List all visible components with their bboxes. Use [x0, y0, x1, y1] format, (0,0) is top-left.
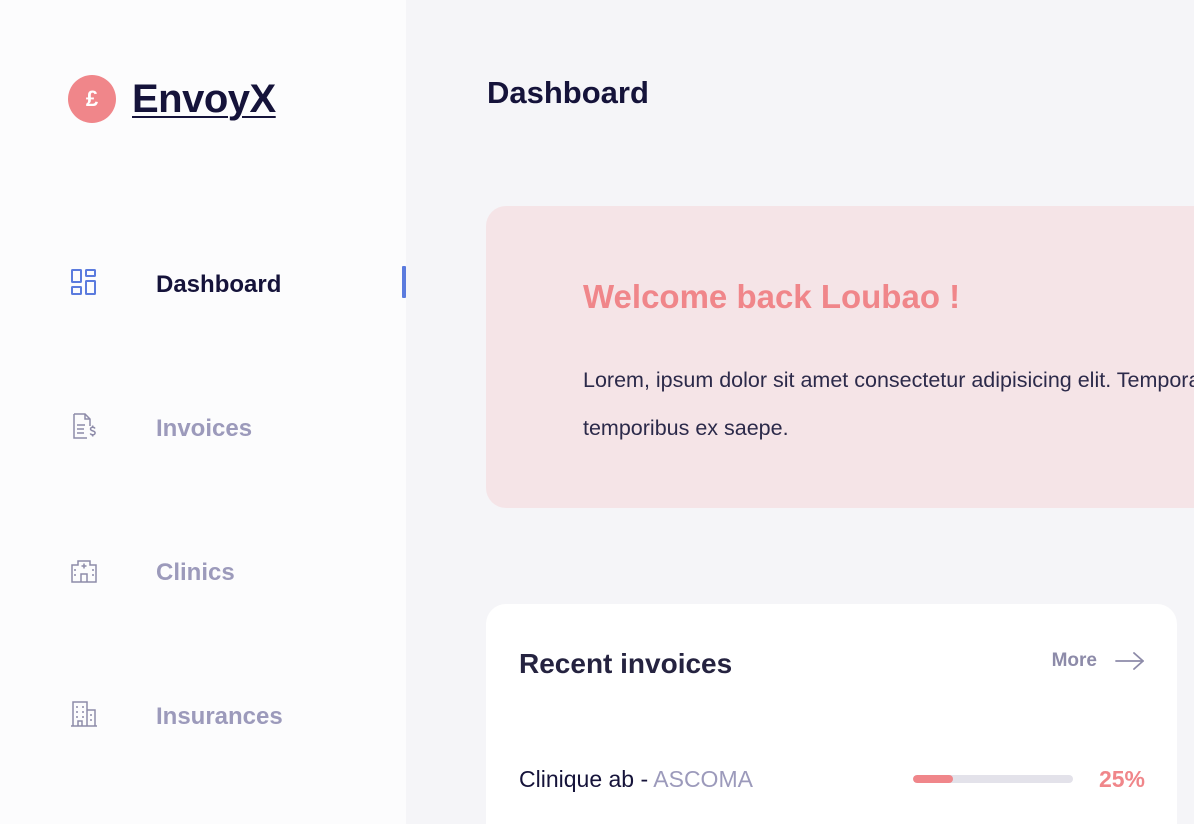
- clinic-name: Clinique ab: [519, 766, 635, 792]
- sidebar-item-label: Insurances: [156, 703, 283, 730]
- hospital-icon: [71, 560, 97, 583]
- sidebar-item-clinics[interactable]: Clinics: [0, 550, 406, 590]
- name-separator: -: [634, 766, 654, 792]
- more-button[interactable]: More: [1052, 650, 1145, 672]
- sidebar-item-label: Dashboard: [156, 271, 282, 298]
- more-label: More: [1051, 650, 1097, 671]
- invoice-dollar-icon: [73, 413, 96, 439]
- progress-bar: [913, 775, 1073, 783]
- welcome-title: Welcome back Loubao !: [583, 278, 961, 315]
- welcome-banner: Welcome back Loubao ! Lorem, ipsum dolor…: [486, 206, 1194, 508]
- page-title: Dashboard: [487, 75, 649, 110]
- active-indicator: [402, 266, 406, 298]
- invoice-name: Clinique ab - ASCOMA: [519, 766, 753, 793]
- pound-logo-icon: £: [68, 75, 116, 123]
- arrow-right-icon: [1115, 652, 1144, 670]
- card-title: Recent invoices: [519, 648, 733, 679]
- welcome-text: Lorem, ipsum dolor sit amet consectetur …: [583, 368, 1194, 440]
- progress-percent: 25%: [1098, 766, 1145, 792]
- invoice-row[interactable]: Clinique ab - ASCOMA 25%: [519, 764, 1145, 794]
- brand-name-link[interactable]: EnvoyX: [132, 77, 276, 122]
- insurer-name: ASCOMA: [653, 766, 753, 792]
- brand: £ EnvoyX: [68, 75, 276, 123]
- progress-fill: [913, 775, 953, 783]
- recent-invoices-card: Recent invoices More Clinique ab - ASCOM…: [486, 604, 1177, 824]
- sidebar-item-invoices[interactable]: Invoices: [0, 406, 406, 446]
- building-icon: [71, 701, 97, 727]
- sidebar-item-insurances[interactable]: Insurances: [0, 694, 406, 734]
- sidebar: £ EnvoyX Dashboard Invoices Clinics Insu…: [0, 0, 406, 824]
- sidebar-item-dashboard[interactable]: Dashboard: [0, 262, 406, 302]
- app-root: £ EnvoyX Dashboard Invoices Clinics Insu…: [0, 0, 1194, 824]
- sidebar-item-label: Invoices: [156, 415, 253, 442]
- sidebar-item-label: Clinics: [156, 559, 235, 586]
- dashboard-grid-icon: [71, 269, 96, 295]
